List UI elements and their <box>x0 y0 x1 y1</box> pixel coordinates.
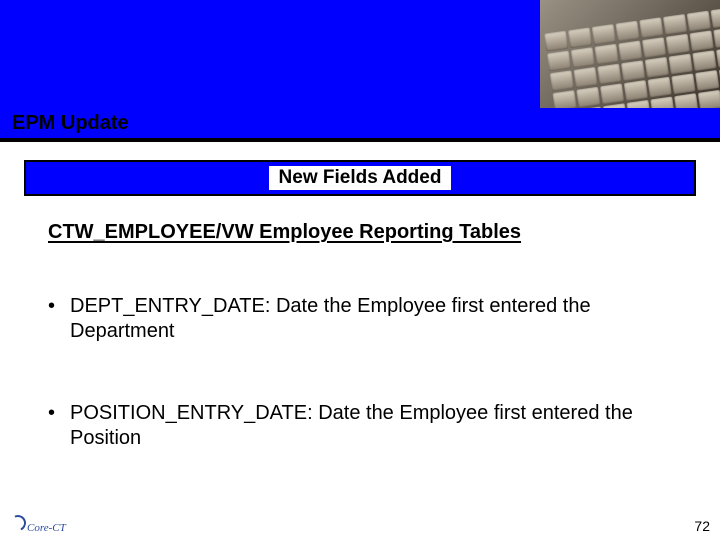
logo-text: Core- <box>27 522 52 534</box>
header-title: EPM Update <box>12 112 129 135</box>
keyboard-keys-decor <box>544 7 720 108</box>
bullet-text: DEPT_ENTRY_DATE: Date the Employee first… <box>70 294 672 345</box>
keyboard-image <box>540 0 720 108</box>
section-band-label: New Fields Added <box>269 166 452 190</box>
section-band: New Fields Added <box>24 160 696 196</box>
slide-content: CTW_EMPLOYEE/VW Employee Reporting Table… <box>48 220 672 508</box>
bullet-text: POSITION_ENTRY_DATE: Date the Employee f… <box>70 401 672 452</box>
slide-header: EPM Update <box>0 0 720 138</box>
list-item: • DEPT_ENTRY_DATE: Date the Employee fir… <box>48 294 672 345</box>
logo-swirl-icon <box>8 513 29 534</box>
logo-suffix: CT <box>52 522 65 534</box>
list-item: • POSITION_ENTRY_DATE: Date the Employee… <box>48 401 672 452</box>
logo: Core-CT <box>10 515 66 534</box>
content-subtitle: CTW_EMPLOYEE/VW Employee Reporting Table… <box>48 220 672 246</box>
header-divider <box>0 138 720 142</box>
page-number: 72 <box>694 518 710 534</box>
bullet-icon: • <box>48 401 70 452</box>
slide-footer: Core-CT 72 <box>10 510 710 534</box>
bullet-icon: • <box>48 294 70 345</box>
